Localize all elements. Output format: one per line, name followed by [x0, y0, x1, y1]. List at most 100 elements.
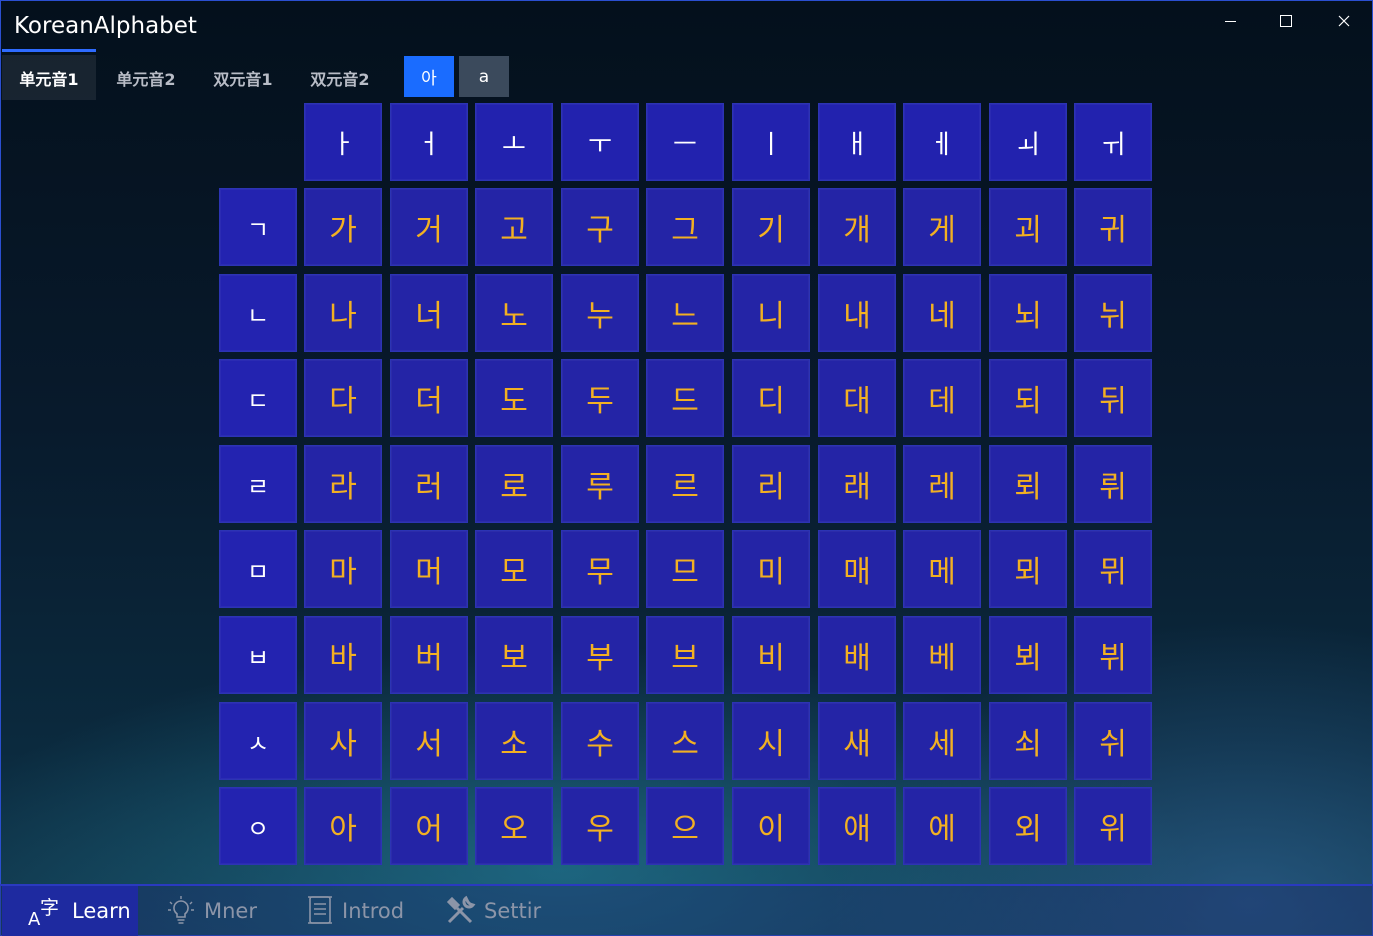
syllable-cell[interactable]: 소 [475, 702, 553, 780]
syllable-cell[interactable]: 거 [390, 188, 468, 266]
syllable-cell[interactable]: 무 [561, 530, 639, 608]
syllable-cell[interactable]: 대 [818, 359, 896, 437]
syllable-cell[interactable]: 느 [646, 274, 724, 352]
syllable-cell[interactable]: 괴 [989, 188, 1067, 266]
syllable-cell[interactable]: 로 [475, 445, 553, 523]
syllable-cell[interactable]: 마 [304, 530, 382, 608]
vowel-header[interactable]: ㅡ [646, 103, 724, 181]
syllable-cell[interactable]: 어 [390, 787, 468, 865]
vowel-header[interactable]: ㅔ [903, 103, 981, 181]
syllable-cell[interactable]: 네 [903, 274, 981, 352]
vowel-header[interactable]: ㅜ [561, 103, 639, 181]
syllable-cell[interactable]: 데 [903, 359, 981, 437]
consonant-header[interactable]: ㅅ [219, 702, 297, 780]
syllable-cell[interactable]: 사 [304, 702, 382, 780]
close-button[interactable] [1316, 4, 1372, 38]
syllable-cell[interactable]: 래 [818, 445, 896, 523]
syllable-cell[interactable]: 미 [732, 530, 810, 608]
syllable-cell[interactable]: 스 [646, 702, 724, 780]
syllable-cell[interactable]: 외 [989, 787, 1067, 865]
syllable-cell[interactable]: 뵈 [989, 616, 1067, 694]
vowel-header[interactable]: ㅓ [390, 103, 468, 181]
syllable-cell[interactable]: 뒤 [1074, 359, 1152, 437]
syllable-cell[interactable]: 이 [732, 787, 810, 865]
syllable-cell[interactable]: 보 [475, 616, 553, 694]
syllable-cell[interactable]: 부 [561, 616, 639, 694]
syllable-cell[interactable]: 위 [1074, 787, 1152, 865]
syllable-cell[interactable]: 베 [903, 616, 981, 694]
korean-script-toggle[interactable]: 아 [404, 56, 454, 97]
syllable-cell[interactable]: 뫼 [989, 530, 1067, 608]
consonant-header[interactable]: ㄷ [219, 359, 297, 437]
syllable-cell[interactable]: 드 [646, 359, 724, 437]
syllable-cell[interactable]: 고 [475, 188, 553, 266]
nav-mner[interactable]: Mner [140, 886, 276, 936]
syllable-cell[interactable]: 디 [732, 359, 810, 437]
tab-diphthong-2[interactable]: 双元音2 [292, 55, 388, 100]
syllable-cell[interactable]: 두 [561, 359, 639, 437]
nav-introduction[interactable]: Introd [278, 886, 414, 936]
syllable-cell[interactable]: 레 [903, 445, 981, 523]
vowel-header[interactable]: ㅐ [818, 103, 896, 181]
minimize-button[interactable] [1202, 4, 1258, 38]
syllable-cell[interactable]: 뉘 [1074, 274, 1152, 352]
syllable-cell[interactable]: 모 [475, 530, 553, 608]
syllable-cell[interactable]: 도 [475, 359, 553, 437]
syllable-cell[interactable]: 뇌 [989, 274, 1067, 352]
syllable-cell[interactable]: 귀 [1074, 188, 1152, 266]
syllable-cell[interactable]: 우 [561, 787, 639, 865]
syllable-cell[interactable]: 르 [646, 445, 724, 523]
syllable-cell[interactable]: 내 [818, 274, 896, 352]
syllable-cell[interactable]: 브 [646, 616, 724, 694]
vowel-header[interactable]: ㅟ [1074, 103, 1152, 181]
syllable-cell[interactable]: 러 [390, 445, 468, 523]
tab-monophthong-2[interactable]: 单元音2 [98, 55, 194, 100]
syllable-cell[interactable]: 쉬 [1074, 702, 1152, 780]
syllable-cell[interactable]: 구 [561, 188, 639, 266]
syllable-cell[interactable]: 노 [475, 274, 553, 352]
vowel-header[interactable]: ㅣ [732, 103, 810, 181]
syllable-cell[interactable]: 뢰 [989, 445, 1067, 523]
vowel-header[interactable]: ㅗ [475, 103, 553, 181]
syllable-cell[interactable]: 가 [304, 188, 382, 266]
consonant-header[interactable]: ㅇ [219, 787, 297, 865]
syllable-cell[interactable]: 바 [304, 616, 382, 694]
syllable-cell[interactable]: 수 [561, 702, 639, 780]
syllable-cell[interactable]: 더 [390, 359, 468, 437]
syllable-cell[interactable]: 비 [732, 616, 810, 694]
nav-learn[interactable]: A 字 Learn [2, 886, 138, 936]
syllable-cell[interactable]: 므 [646, 530, 724, 608]
syllable-cell[interactable]: 기 [732, 188, 810, 266]
syllable-cell[interactable]: 새 [818, 702, 896, 780]
syllable-cell[interactable]: 게 [903, 188, 981, 266]
tab-diphthong-1[interactable]: 双元音1 [196, 55, 290, 100]
syllable-cell[interactable]: 으 [646, 787, 724, 865]
syllable-cell[interactable]: 루 [561, 445, 639, 523]
syllable-cell[interactable]: 매 [818, 530, 896, 608]
syllable-cell[interactable]: 되 [989, 359, 1067, 437]
syllable-cell[interactable]: 아 [304, 787, 382, 865]
consonant-header[interactable]: ㄹ [219, 445, 297, 523]
tab-monophthong-1[interactable]: 单元音1 [2, 55, 96, 100]
syllable-cell[interactable]: 다 [304, 359, 382, 437]
consonant-header[interactable]: ㅁ [219, 530, 297, 608]
syllable-cell[interactable]: 리 [732, 445, 810, 523]
syllable-cell[interactable]: 쇠 [989, 702, 1067, 780]
nav-settings[interactable]: Settir [416, 886, 552, 936]
syllable-cell[interactable]: 라 [304, 445, 382, 523]
consonant-header[interactable]: ㄱ [219, 188, 297, 266]
syllable-cell[interactable]: 개 [818, 188, 896, 266]
syllable-cell[interactable]: 머 [390, 530, 468, 608]
syllable-cell[interactable]: 메 [903, 530, 981, 608]
syllable-cell[interactable]: 배 [818, 616, 896, 694]
syllable-cell[interactable]: 시 [732, 702, 810, 780]
syllable-cell[interactable]: 세 [903, 702, 981, 780]
consonant-header[interactable]: ㅂ [219, 616, 297, 694]
syllable-cell[interactable]: 오 [475, 787, 553, 865]
vowel-header[interactable]: ㅚ [989, 103, 1067, 181]
syllable-cell[interactable]: 그 [646, 188, 724, 266]
syllable-cell[interactable]: 애 [818, 787, 896, 865]
consonant-header[interactable]: ㄴ [219, 274, 297, 352]
syllable-cell[interactable]: 니 [732, 274, 810, 352]
latin-script-toggle[interactable]: a [459, 56, 509, 97]
